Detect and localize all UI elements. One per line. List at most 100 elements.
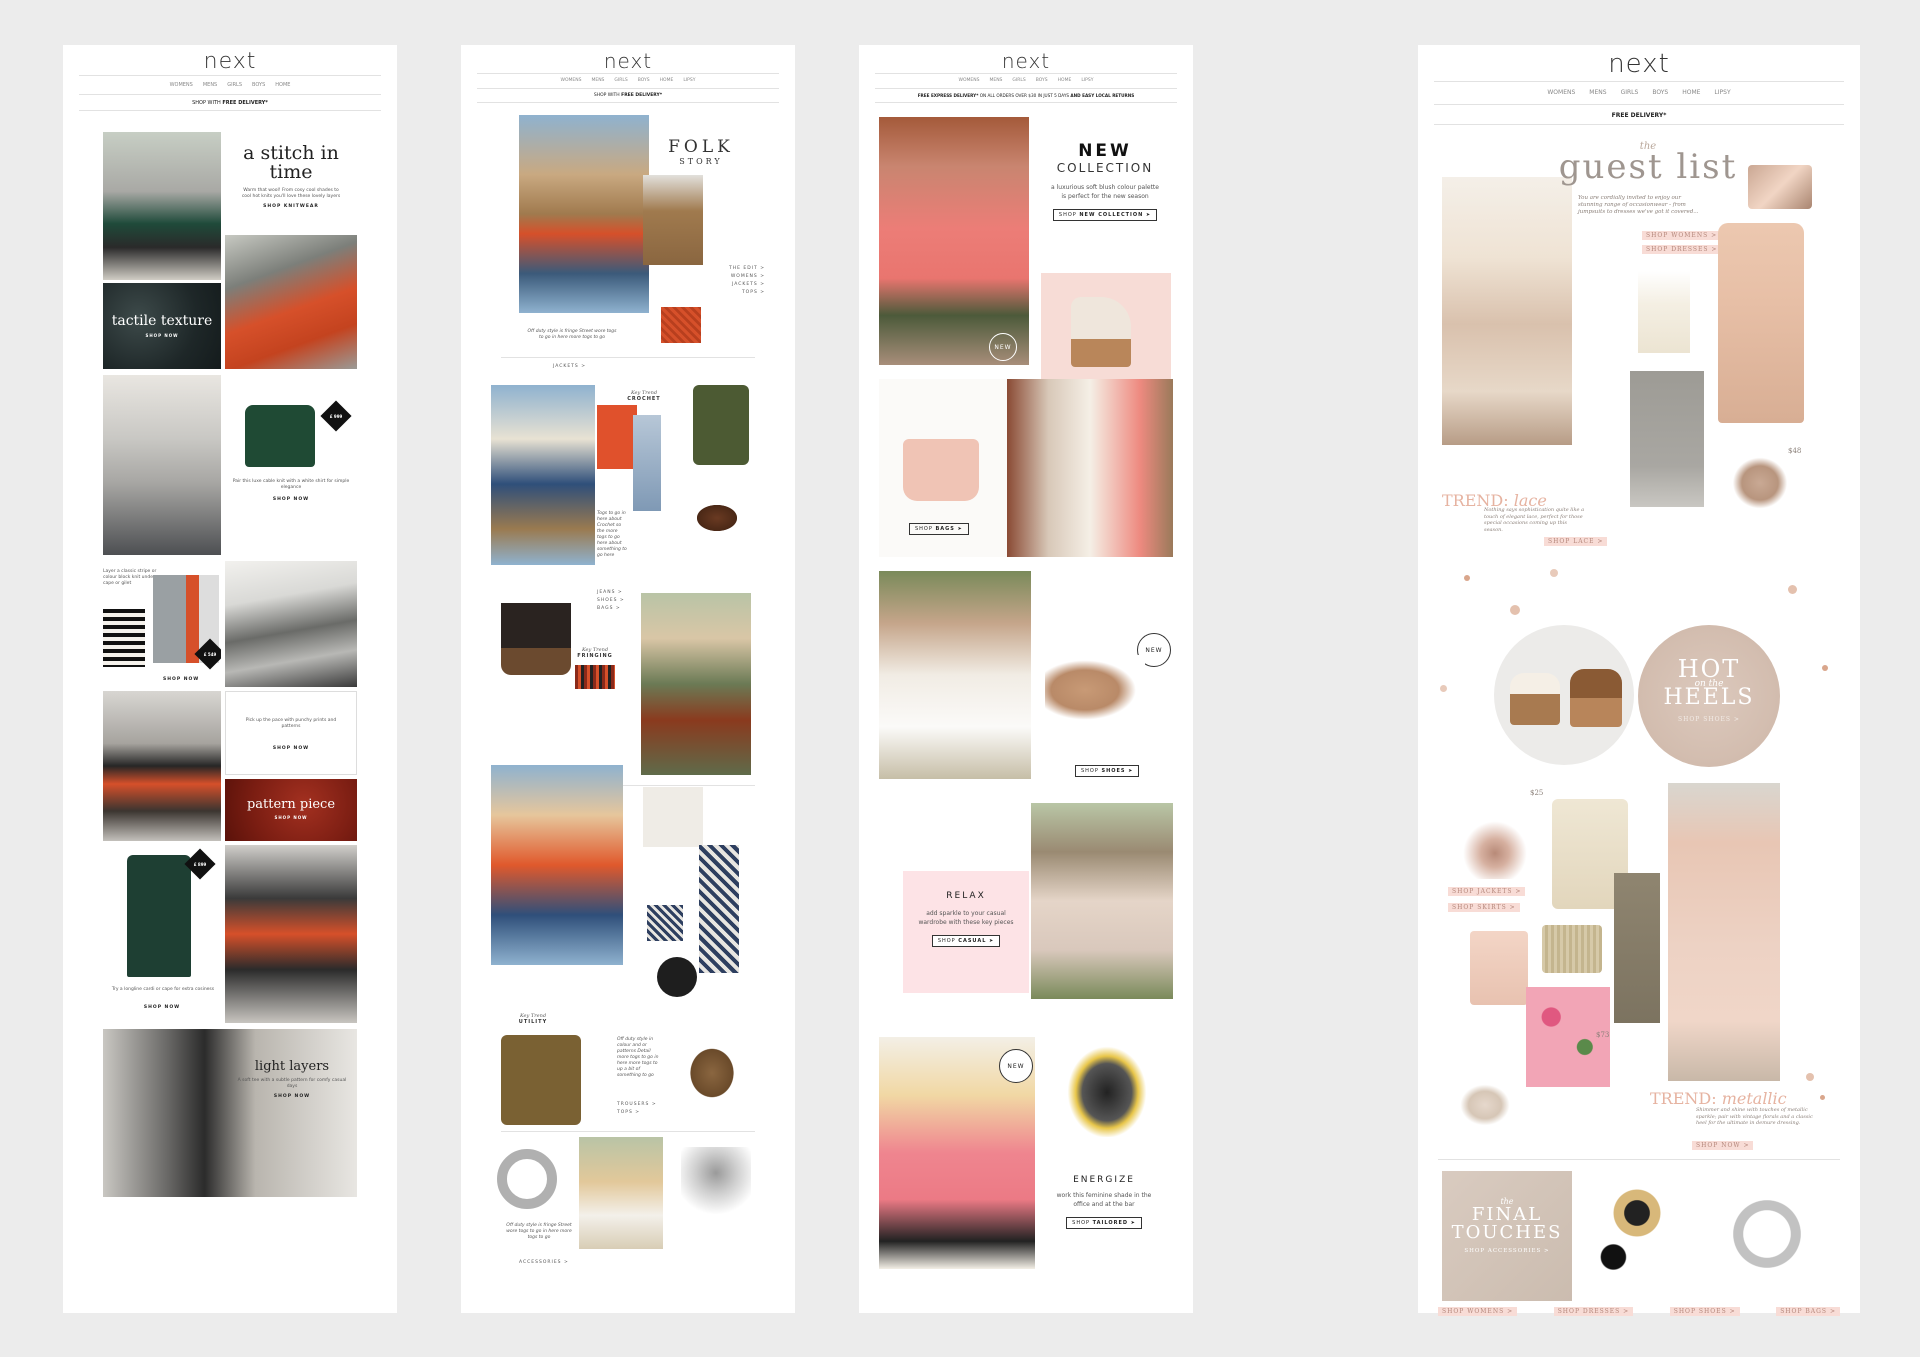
tactile-cta[interactable]: SHOP NOW (103, 333, 221, 338)
green-jumper-product[interactable] (245, 405, 315, 467)
next-logo[interactable]: next (859, 49, 1193, 73)
footer-shop-dresses[interactable]: SHOP DRESSES > (1553, 1307, 1634, 1316)
light-cta[interactable]: SHOP NOW (233, 1094, 351, 1099)
jeans-product[interactable] (633, 415, 661, 511)
nav-item[interactable]: GIRLS (1012, 74, 1025, 88)
footer-shop-bags[interactable]: SHOP BAGS > (1776, 1307, 1840, 1316)
trousers-product[interactable] (1614, 873, 1660, 1023)
folk-link[interactable]: JACKETS > (729, 281, 765, 289)
glitter-flats-product[interactable] (1045, 655, 1145, 725)
brogues-product[interactable] (697, 505, 737, 531)
cuff-product[interactable] (497, 1149, 557, 1209)
lace-jumpsuit-model-photo[interactable] (1442, 177, 1572, 445)
crochet-link[interactable]: JEANS > (597, 589, 625, 597)
light-layers-photo[interactable]: light layers A soft tee with a subtle pa… (103, 1029, 357, 1197)
pink-bag-product[interactable] (903, 439, 979, 501)
pattern-cta[interactable]: SHOP NOW (225, 815, 357, 820)
off-shoulder-model-photo[interactable] (491, 765, 623, 965)
green-cardi-product[interactable] (127, 855, 191, 977)
nav-item[interactable]: GIRLS (1621, 82, 1639, 104)
jewellery-model-photo[interactable] (579, 1137, 663, 1249)
metallic-clutch-product[interactable] (1748, 165, 1812, 209)
cable-cta[interactable]: SHOP NOW (225, 497, 357, 502)
stripe-jumper-product[interactable] (103, 609, 145, 667)
black-gold-necklace-product[interactable] (1578, 1169, 1696, 1279)
delivery-banner[interactable]: SHOP WITH FREE DELIVERY* (477, 91, 779, 103)
peasant-blouse-product[interactable] (643, 787, 703, 847)
cape-model-photo[interactable] (225, 845, 357, 1023)
lace-top-model-photo[interactable] (1007, 379, 1173, 557)
cami-model-photo[interactable] (879, 571, 1031, 779)
nav-item[interactable]: HOME (660, 74, 674, 88)
nav-item[interactable]: HOME (1058, 74, 1072, 88)
next-logo[interactable]: next (1418, 49, 1860, 79)
embellished-dress-model-photo[interactable] (1668, 783, 1780, 1081)
tote-model-photo[interactable] (641, 593, 751, 775)
gold-sandals-product[interactable] (1728, 453, 1792, 513)
round-bag-product[interactable] (657, 957, 697, 997)
utility-jacket-product[interactable] (501, 1035, 581, 1125)
coat-model-photo[interactable] (103, 691, 221, 841)
nav-item[interactable]: MENS (203, 76, 217, 94)
utility-link[interactable]: TROUSERS > (617, 1101, 657, 1109)
nav-item[interactable]: GIRLS (227, 76, 242, 94)
folk-jackets-link[interactable]: JACKETS > (553, 363, 586, 371)
cami-top-product[interactable] (1638, 271, 1690, 353)
nav-item[interactable]: WOMENS (1547, 82, 1575, 104)
nav-item[interactable]: MENS (989, 74, 1002, 88)
shop-bags-button[interactable]: SHOP BAGS ➤ (909, 523, 969, 535)
shop-skirts-link[interactable]: SHOP SKIRTS > (1448, 903, 1520, 912)
nav-item[interactable]: LIPSY (683, 74, 695, 88)
shop-tailored-button[interactable]: SHOP TAILORED ➤ (1066, 1217, 1142, 1229)
accessories-link[interactable]: ACCESSORIES > (519, 1259, 569, 1267)
folk-link[interactable]: THE EDIT > (729, 265, 765, 273)
fringe-bag-product[interactable] (501, 585, 571, 675)
pattern-text-cta[interactable]: SHOP NOW (226, 746, 356, 751)
gold-clutch-product[interactable] (1542, 925, 1602, 973)
knit-model-photo[interactable] (103, 132, 221, 280)
lace-dress-product[interactable] (1718, 223, 1804, 423)
statement-necklace-product[interactable] (681, 1147, 751, 1233)
vest-model-photo[interactable] (1031, 803, 1173, 999)
footer-shop-shoes[interactable]: SHOP SHOES > (1669, 1307, 1740, 1316)
satin-cami-product[interactable] (1470, 931, 1528, 1005)
shop-jackets-link[interactable]: SHOP JACKETS > (1448, 887, 1526, 896)
final-touches-tile[interactable]: the FINAL TOUCHES SHOP ACCESSORIES > (1442, 1171, 1572, 1301)
sandal-product[interactable] (687, 1045, 737, 1101)
statement-necklace-product[interactable] (1458, 793, 1532, 879)
shop-womens-link[interactable]: SHOP WOMENS > (1642, 231, 1722, 240)
nav-item[interactable]: HOME (1682, 82, 1700, 104)
pattern-piece-tile[interactable]: pattern piece SHOP NOW (225, 779, 357, 841)
shop-dresses-link[interactable]: SHOP DRESSES > (1642, 245, 1722, 254)
stripe-cta[interactable]: SHOP NOW (163, 677, 199, 682)
utility-jacket-product[interactable] (693, 385, 749, 465)
pink-dress-model-photo[interactable]: NEW (879, 117, 1029, 365)
print-trousers-product[interactable] (699, 845, 739, 973)
folk-model-photo[interactable] (519, 115, 649, 313)
shop-shoes-link[interactable]: SHOP SHOES > (1638, 716, 1780, 723)
next-logo[interactable]: next (63, 49, 397, 74)
nav-item[interactable]: MENS (591, 74, 604, 88)
lace-skirt-product[interactable] (1630, 371, 1704, 507)
footer-shop-womens[interactable]: SHOP WOMENS > (1438, 1307, 1518, 1316)
strappy-heels-product[interactable] (1049, 1025, 1165, 1137)
nav-item[interactable]: BOYS (1036, 74, 1048, 88)
slingback-product[interactable] (1456, 1081, 1514, 1129)
shop-accessories-link[interactable]: SHOP ACCESSORIES > (1442, 1248, 1572, 1254)
silver-collar-product[interactable] (1708, 1175, 1826, 1293)
folk-link[interactable]: WOMENS > (729, 273, 765, 281)
suede-jacket-product[interactable] (643, 175, 703, 265)
nav-item[interactable]: BOYS (1652, 82, 1668, 104)
nav-item[interactable]: MENS (1589, 82, 1606, 104)
nav-item[interactable]: LIPSY (1081, 74, 1093, 88)
block-heel-product[interactable] (1071, 297, 1131, 367)
nav-item[interactable]: GIRLS (614, 74, 627, 88)
shop-shoes-button[interactable]: SHOP SHOES ➤ (1075, 765, 1140, 777)
scarf-model-photo[interactable] (225, 235, 357, 369)
nav-item[interactable]: HOME (275, 76, 290, 94)
nav-item[interactable]: WOMENS (170, 76, 193, 94)
nav-item[interactable]: BOYS (252, 76, 265, 94)
utility-link[interactable]: TOPS > (617, 1109, 657, 1117)
shop-new-collection-button[interactable]: SHOP NEW COLLECTION ➤ (1052, 209, 1158, 221)
nav-item[interactable]: LIPSY (1714, 82, 1730, 104)
